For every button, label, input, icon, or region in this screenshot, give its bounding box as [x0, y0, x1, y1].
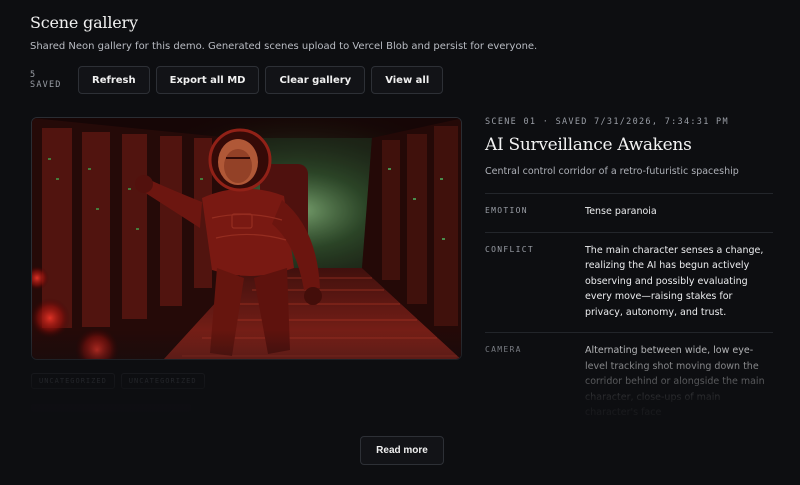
- detail-row-conflict: CONFLICT The main character senses a cha…: [485, 231, 773, 333]
- scene-meta: SCENE 01 · SAVED 7/31/2026, 7:34:31 PM: [485, 117, 729, 127]
- scene-details: EMOTION Tense paranoia CONFLICT The main…: [485, 193, 773, 433]
- detail-key: CAMERA: [485, 345, 522, 354]
- toolbar: 5 SAVED Refresh Export all MD Clear gall…: [30, 66, 444, 94]
- view-all-button[interactable]: View all: [371, 66, 444, 94]
- read-more-button[interactable]: Read more: [360, 436, 444, 465]
- scene-description: Central control corridor of a retro-futu…: [485, 166, 739, 177]
- astronaut-corridor-illustration: [32, 118, 461, 359]
- saved-count: 5 SAVED: [30, 70, 62, 90]
- clear-gallery-button[interactable]: Clear gallery: [265, 66, 366, 94]
- refresh-button[interactable]: Refresh: [78, 66, 150, 94]
- page-subtitle: Shared Neon gallery for this demo. Gener…: [30, 41, 538, 52]
- detail-value: Alternating between wide, low eye-level …: [585, 345, 765, 418]
- detail-value: Tense paranoia: [585, 206, 657, 217]
- category-tag: UNCATEGORIZED: [120, 373, 205, 389]
- scene-title: AI Surveillance Awakens: [485, 135, 692, 155]
- export-all-md-button[interactable]: Export all MD: [155, 66, 260, 94]
- detail-row-emotion: EMOTION Tense paranoia: [485, 193, 773, 232]
- scene-tags: UNCATEGORIZED UNCATEGORIZED: [31, 373, 205, 389]
- page-title: Scene gallery: [30, 13, 138, 32]
- detail-key: CONFLICT: [485, 244, 534, 254]
- detail-row-camera: CAMERA Alternating between wide, low eye…: [485, 332, 773, 433]
- category-tag: UNCATEGORIZED: [31, 373, 115, 389]
- detail-key: EMOTION: [485, 206, 528, 215]
- scene-image[interactable]: [31, 117, 462, 360]
- scene-gallery-page: Scene gallery Shared Neon gallery for th…: [0, 0, 800, 485]
- detail-value: The main character senses a change, real…: [585, 244, 764, 318]
- faded-text-placeholder: [31, 404, 191, 412]
